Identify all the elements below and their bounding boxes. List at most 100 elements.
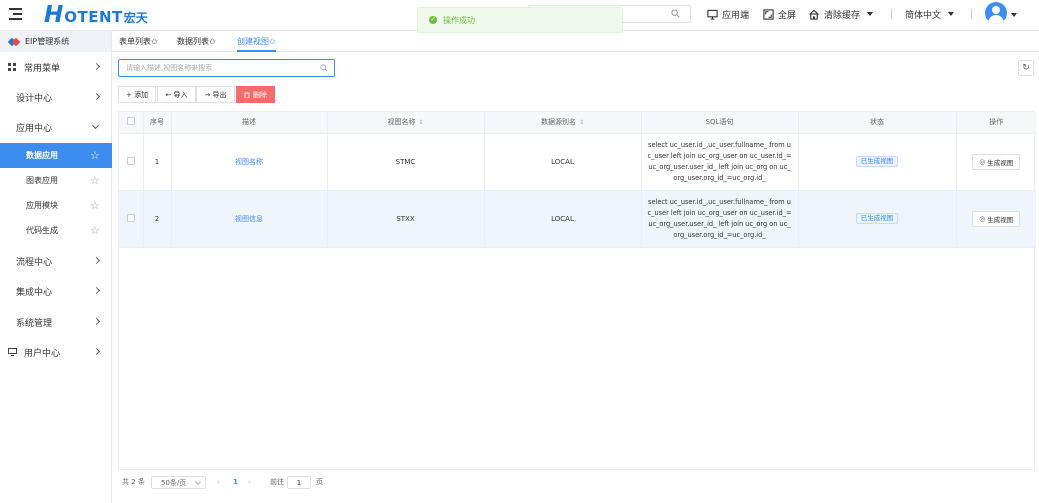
column-header-sortable[interactable]: 数据源别名 ⇕ bbox=[484, 112, 642, 134]
table-row[interactable]: 2 视图信息 STXX LOCAL select uc_user.id_,uc_… bbox=[119, 190, 1036, 248]
star-icon[interactable]: ☆ bbox=[90, 150, 100, 161]
row-action-cell: ◎ 生成视图 bbox=[956, 133, 1036, 191]
sidebar-subitem-label: 图表应用 bbox=[26, 176, 58, 185]
chevron-right-icon bbox=[92, 62, 101, 71]
sidebar-item-user-center[interactable]: 用户中心 bbox=[0, 337, 112, 367]
search-placeholder: 请输入描述,视图名称来搜索 bbox=[126, 64, 213, 72]
star-icon[interactable]: ☆ bbox=[90, 175, 100, 186]
next-page-icon[interactable]: › bbox=[248, 476, 251, 489]
goto-page-input[interactable]: 1 bbox=[287, 476, 311, 489]
generate-view-button[interactable]: ◎ 生成视图 bbox=[972, 153, 1021, 170]
grid-icon bbox=[8, 63, 16, 71]
view-search-input[interactable]: 请输入描述,视图名称来搜索 bbox=[118, 59, 335, 77]
row-description-link[interactable]: 视图信息 bbox=[171, 190, 328, 248]
column-header: 描述 bbox=[171, 112, 328, 134]
sidebar-item-flow-center[interactable]: 流程中心 bbox=[0, 246, 112, 276]
generate-view-label: 生成视图 bbox=[987, 158, 1014, 167]
row-select-cell[interactable] bbox=[119, 190, 144, 248]
delete-label: 删除 bbox=[253, 90, 267, 99]
column-header: 操作 bbox=[956, 112, 1036, 134]
import-button[interactable]: ← 导入 bbox=[157, 86, 196, 103]
page-size-select[interactable]: 50条/页 bbox=[151, 476, 206, 489]
sidebar-brand: EIP管理系统 bbox=[0, 31, 111, 52]
sort-icon[interactable]: ⇕ bbox=[579, 119, 584, 126]
row-checkbox[interactable] bbox=[126, 213, 135, 222]
sort-icon[interactable]: ⇕ bbox=[418, 119, 423, 126]
fullscreen-button[interactable]: 全屏 bbox=[763, 7, 796, 21]
refresh-button[interactable]: ↻ bbox=[1018, 60, 1034, 76]
sidebar-item-integration-center[interactable]: 集成中心 bbox=[0, 276, 112, 306]
table-row[interactable]: 1 视图名称 STMC LOCAL select uc_user.id_,uc_… bbox=[119, 133, 1036, 191]
user-avatar[interactable] bbox=[985, 2, 1007, 24]
select-all-header[interactable] bbox=[119, 112, 144, 134]
row-checkbox[interactable] bbox=[126, 156, 135, 165]
row-index: 2 bbox=[143, 190, 172, 248]
column-header-sortable[interactable]: 视图名称 ⇕ bbox=[327, 112, 485, 134]
header-divider bbox=[971, 9, 972, 19]
delete-button[interactable]: 删除 bbox=[236, 86, 275, 103]
sidebar-subitem-app-module[interactable]: 应用模块 ☆ bbox=[0, 193, 112, 218]
monitor-icon bbox=[8, 348, 17, 356]
row-sql-cell: select uc_user.id_,uc_user.fullname_ fro… bbox=[641, 133, 799, 191]
goto-label: 前往 bbox=[270, 478, 284, 486]
tab-data-list[interactable]: 数据列表✩ bbox=[177, 31, 216, 52]
search-icon[interactable] bbox=[320, 64, 328, 72]
row-sql: select uc_user.id_,uc_user.fullname_ fro… bbox=[647, 140, 792, 182]
sidebar-subitem-data-app[interactable]: 数据应用 ☆ bbox=[0, 143, 112, 168]
row-view-name: STXX bbox=[327, 190, 485, 248]
page-suffix: 页 bbox=[316, 478, 323, 486]
row-index: 1 bbox=[143, 133, 172, 191]
row-datasource: LOCAL bbox=[484, 133, 642, 191]
chevron-down-icon bbox=[948, 12, 955, 16]
row-description-link[interactable]: 视图名称 bbox=[171, 133, 328, 191]
sidebar-item-system-management[interactable]: 系统管理 bbox=[0, 307, 112, 337]
toast-message: 操作成功 bbox=[443, 15, 475, 25]
refresh-icon: ↻ bbox=[1022, 63, 1030, 73]
home-cache-icon bbox=[809, 9, 819, 20]
row-select-cell[interactable] bbox=[119, 133, 144, 191]
star-icon[interactable]: ☆ bbox=[90, 225, 100, 236]
add-button[interactable]: + 添加 bbox=[118, 86, 156, 103]
sidebar-item-common-menu[interactable]: 常用菜单 bbox=[0, 52, 112, 82]
tab-create-view[interactable]: 创建视图✩ bbox=[237, 31, 276, 52]
header-divider bbox=[891, 9, 892, 19]
chevron-right-icon bbox=[92, 317, 101, 326]
prev-page-icon[interactable]: ‹ bbox=[217, 476, 220, 489]
app-logo[interactable]: H OTENT 宏天 bbox=[44, 2, 148, 28]
tab-form-list[interactable]: 表单列表✩ bbox=[119, 31, 158, 52]
clear-cache-button[interactable]: 清除缓存 bbox=[808, 7, 874, 21]
generate-view-button[interactable]: ◎ 生成视图 bbox=[972, 210, 1021, 227]
sidebar-item-app-center[interactable]: 应用中心 bbox=[0, 112, 112, 142]
star-icon[interactable]: ☆ bbox=[90, 200, 100, 211]
sidebar-subitem-label: 数据应用 bbox=[26, 151, 58, 160]
fullscreen-icon bbox=[763, 8, 774, 20]
chevron-right-icon bbox=[92, 256, 101, 265]
select-all-checkbox[interactable] bbox=[126, 117, 135, 126]
row-sql: select uc_user.id_,uc_user.fullname_ fro… bbox=[647, 197, 792, 239]
status-badge: 已生成视图 bbox=[855, 213, 899, 224]
table-header-row: 序号 描述 视图名称 ⇕ 数据源别名 ⇕ SQL语句 状态 操作 bbox=[119, 112, 1036, 134]
chevron-right-icon bbox=[92, 286, 101, 295]
export-button[interactable]: → 导出 bbox=[196, 86, 235, 103]
monitor-icon bbox=[707, 9, 718, 20]
eye-icon: ◎ bbox=[979, 214, 986, 223]
logo-text: OTENT bbox=[64, 8, 123, 26]
menu-toggle-icon[interactable] bbox=[9, 8, 22, 20]
column-header-label: 数据源别名 bbox=[540, 118, 576, 127]
sidebar-item-label: 设计中心 bbox=[16, 93, 53, 104]
column-header: 序号 bbox=[143, 112, 172, 134]
column-header: SQL语句 bbox=[641, 112, 799, 134]
chevron-right-icon bbox=[92, 347, 101, 356]
language-select[interactable]: 简体中文 bbox=[905, 7, 955, 21]
row-sql-cell: select uc_user.id_,uc_user.fullname_ fro… bbox=[641, 190, 799, 248]
chevron-down-icon bbox=[867, 12, 874, 16]
chevron-down-icon[interactable] bbox=[1011, 13, 1017, 17]
app-end-button[interactable]: 应用端 bbox=[707, 7, 749, 21]
sidebar-item-design-center[interactable]: 设计中心 bbox=[0, 82, 112, 112]
page-number[interactable]: 1 bbox=[233, 476, 238, 489]
logo-letter: H bbox=[44, 2, 64, 28]
sidebar-subitem-chart-app[interactable]: 图表应用 ☆ bbox=[0, 168, 112, 193]
row-status-cell: 已生成视图 bbox=[798, 190, 957, 248]
sidebar-subitem-code-gen[interactable]: 代码生成 ☆ bbox=[0, 218, 112, 243]
chevron-right-icon bbox=[92, 92, 101, 101]
